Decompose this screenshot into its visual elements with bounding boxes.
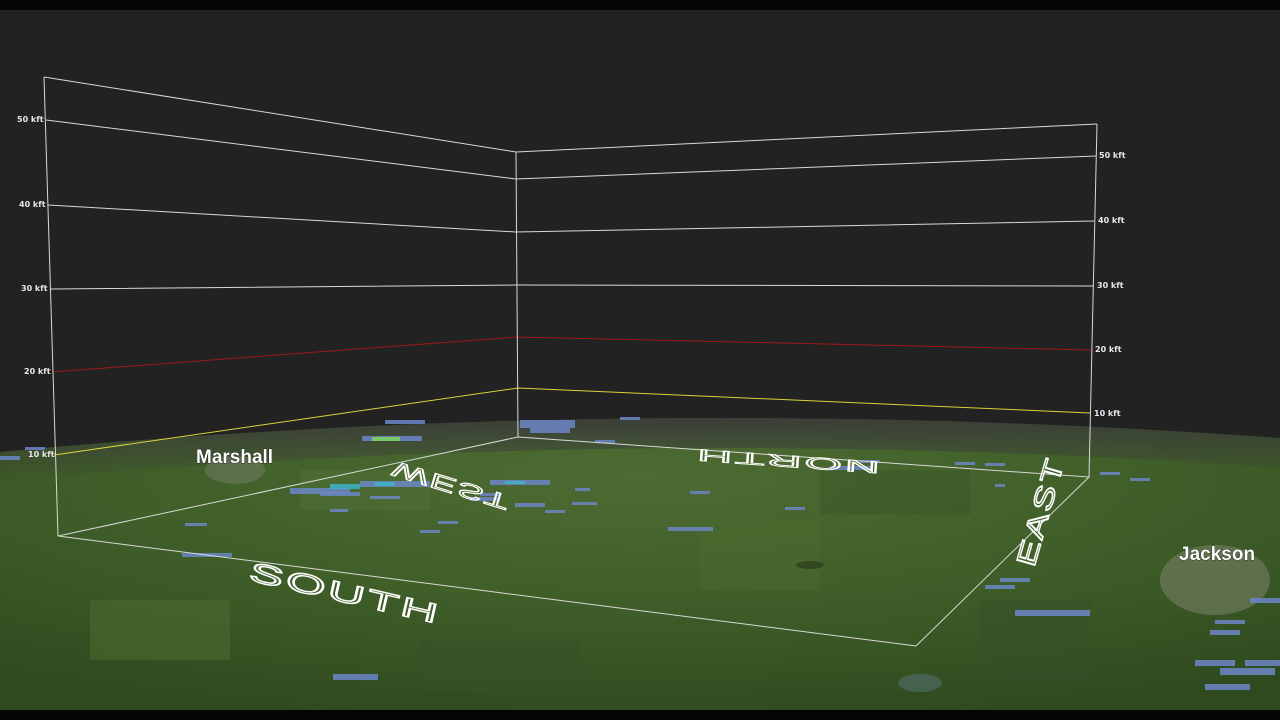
radar-return-cell bbox=[545, 510, 565, 513]
radar-return-cell bbox=[530, 428, 570, 433]
radar-return-cell bbox=[0, 456, 20, 460]
altitude-line-20-kft bbox=[51, 336, 1092, 373]
radar-return-cell bbox=[330, 484, 360, 489]
bottom-letterbox-bar bbox=[0, 710, 1280, 720]
altitude-label-west-20-kft: 20 kft bbox=[24, 367, 51, 376]
radar-return-cell bbox=[330, 509, 348, 512]
radar-return-cell bbox=[1130, 478, 1150, 481]
radar-return-cell bbox=[575, 488, 590, 491]
altitude-label-east-50-kft: 50 kft bbox=[1099, 151, 1126, 160]
radar-return-cell bbox=[572, 502, 597, 505]
radar-return-cell bbox=[320, 492, 360, 496]
altitude-grid-lines bbox=[45, 119, 1097, 456]
radar-return-cell bbox=[1220, 668, 1275, 675]
radar-return-cell bbox=[690, 491, 710, 494]
radar-return-cell bbox=[1250, 598, 1280, 603]
altitude-label-west-10-kft: 10 kft bbox=[28, 450, 55, 459]
radar-return-cell bbox=[1100, 472, 1120, 475]
radar-return-cell bbox=[985, 585, 1015, 589]
radar-return-cell bbox=[1210, 630, 1240, 635]
altitude-labels-west: 10 kft 20 kft 30 kft 40 kft 50 kft bbox=[17, 115, 55, 459]
altitude-label-west-40-kft: 40 kft bbox=[19, 200, 46, 209]
altitude-label-east-20-kft: 20 kft bbox=[1095, 345, 1122, 354]
altitude-labels-east: 10 kft 20 kft 30 kft 40 kft 50 kft bbox=[1094, 151, 1126, 418]
radar-return-cell bbox=[1215, 620, 1245, 624]
radar-return-cell bbox=[1245, 660, 1280, 666]
radar-return-cell bbox=[420, 530, 440, 533]
city-label-jackson: Jackson bbox=[1179, 544, 1255, 565]
radar-return-cell bbox=[1000, 578, 1030, 582]
radar-return-cell bbox=[1195, 660, 1235, 666]
radar-return-cell bbox=[185, 523, 207, 526]
radar-return-cell bbox=[505, 481, 525, 484]
altitude-line-40-kft bbox=[47, 204, 1095, 233]
altitude-label-west-50-kft: 50 kft bbox=[17, 115, 44, 124]
altitude-label-east-10-kft: 10 kft bbox=[1094, 409, 1121, 418]
radar-return-cell bbox=[668, 527, 713, 531]
radar-return-cell bbox=[520, 420, 575, 428]
city-label-marshall: Marshall bbox=[196, 447, 273, 468]
radar-return-cell bbox=[372, 437, 400, 441]
radar-return-cell bbox=[333, 674, 378, 680]
altitude-label-east-40-kft: 40 kft bbox=[1098, 216, 1125, 225]
radar-return-cell bbox=[995, 484, 1005, 487]
radar-return-cell bbox=[985, 463, 1005, 466]
radar-return-cell bbox=[1015, 610, 1090, 616]
radar-return-cell bbox=[1205, 684, 1250, 690]
radar-return-cell bbox=[785, 507, 805, 510]
altitude-label-east-30-kft: 30 kft bbox=[1097, 281, 1124, 290]
radar-return-cell bbox=[375, 482, 395, 486]
radar-return-cell bbox=[515, 503, 545, 507]
radar-return-cell bbox=[385, 420, 425, 424]
radar-return-cell bbox=[438, 521, 458, 524]
radar-scene[interactable]: 10 kft 20 kft 30 kft 40 kft 50 kft 10 kft 20 … bbox=[0, 0, 1280, 720]
radar-return-cell bbox=[370, 496, 400, 499]
altitude-line-30-kft bbox=[49, 284, 1094, 290]
radar-return-cell bbox=[955, 462, 975, 465]
altitude-label-west-30-kft: 30 kft bbox=[21, 284, 48, 293]
radar-return-cell bbox=[620, 417, 640, 420]
radar-3d-view[interactable]: 10 kft 20 kft 30 kft 40 kft 50 kft 10 kft 20 … bbox=[0, 0, 1280, 720]
